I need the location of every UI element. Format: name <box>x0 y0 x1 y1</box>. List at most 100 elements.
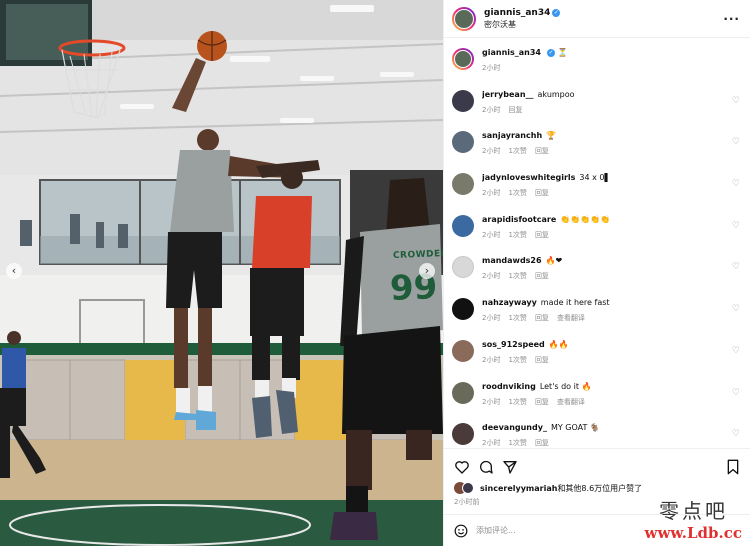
basketball-practice-image <box>0 0 443 546</box>
post-location[interactable]: 密尔沃基 <box>484 19 723 30</box>
comment-likes-link[interactable]: 1次赞 <box>508 147 526 155</box>
comment-body: roodnviking Let's do it 🔥 2小时 1次赞 回复 查看翻译 <box>482 382 742 407</box>
comment-like-heart-icon[interactable]: ♡ <box>732 96 740 106</box>
comment-likes-link[interactable]: 1次赞 <box>508 356 526 364</box>
comment-translate-link[interactable]: 查看翻译 <box>557 398 585 406</box>
comment-body: deevangundy_ MY GOAT 🐐 2小时 1次赞 回复 <box>482 423 742 448</box>
carousel-prev-button[interactable]: ‹ <box>6 263 22 279</box>
commenter-avatar[interactable] <box>452 298 474 321</box>
comment-item: sos_912speed 🔥🔥 2小时 1次赞 回复 ♡ <box>452 330 742 372</box>
comment-reply-button[interactable]: 回复 <box>535 231 549 239</box>
caption-avatar[interactable] <box>452 48 474 70</box>
comment-line: jerrybean__ akumpoo <box>482 90 724 99</box>
comment-like-heart-icon[interactable]: ♡ <box>732 221 740 231</box>
comment-username[interactable]: sos_912speed <box>482 340 545 349</box>
comment-line: deevangundy_ MY GOAT 🐐 <box>482 423 724 432</box>
post-time-ago[interactable]: 2小时前 <box>454 497 479 507</box>
commenter-avatar[interactable] <box>452 173 474 196</box>
comment-username[interactable]: deevangundy_ <box>482 423 547 432</box>
comment-reply-button[interactable]: 回复 <box>535 189 549 197</box>
comment-username[interactable]: roodnviking <box>482 382 536 391</box>
comment-text: MY GOAT 🐐 <box>550 423 600 433</box>
comment-item: mandawds26 🔥❤ 2小时 1次赞 回复 ♡ <box>452 246 742 288</box>
commenter-avatar[interactable] <box>452 214 474 237</box>
liked-by-rest[interactable]: 和其他8.6万位用户赞了 <box>557 484 642 493</box>
comment-text: 🔥🔥 <box>548 339 569 349</box>
comment-item: roodnviking Let's do it 🔥 2小时 1次赞 回复 查看翻译 ♡ <box>452 372 742 414</box>
comment-like-heart-icon[interactable]: ♡ <box>732 346 740 356</box>
share-icon[interactable] <box>502 459 518 475</box>
comment-meta: 2小时 回复 <box>482 105 724 115</box>
more-options-icon[interactable]: ··· <box>723 12 740 26</box>
carousel-next-button[interactable]: › <box>419 263 435 279</box>
emoji-smile-icon[interactable] <box>454 524 468 538</box>
comment-item: deevangundy_ MY GOAT 🐐 2小时 1次赞 回复 ♡ <box>452 413 742 448</box>
commenter-avatar[interactable] <box>452 423 474 446</box>
comment-text: 🔥❤ <box>545 256 563 266</box>
comment-meta: 2小时 1次赞 回复 查看翻译 <box>482 313 724 323</box>
comment-time: 2小时 <box>482 105 501 114</box>
comment-text: 🏆 <box>546 131 557 141</box>
add-comment-bar: 添加评论... <box>444 514 750 546</box>
comments-list[interactable]: giannis_an34 ✓ ⏳ 2小时 jerrybean__ akumpoo 2小… <box>444 38 750 448</box>
comment-like-heart-icon[interactable]: ♡ <box>732 137 740 147</box>
liker-avatar <box>462 482 474 494</box>
comment-username[interactable]: sanjayranchh <box>482 131 542 140</box>
comment-reply-button[interactable]: 回复 <box>535 398 549 406</box>
comment-reply-button[interactable]: 回复 <box>508 106 522 114</box>
verified-badge-icon: ✓ <box>547 49 555 57</box>
comment-like-heart-icon[interactable]: ♡ <box>732 262 740 272</box>
post-photo[interactable]: CROWDER 99 ‹ › <box>0 0 443 546</box>
comment-line: sos_912speed 🔥🔥 <box>482 340 724 349</box>
liked-by-row[interactable]: sincerelyymariah和其他8.6万位用户赞了 <box>454 482 742 494</box>
comment-like-heart-icon[interactable]: ♡ <box>732 388 740 398</box>
heart-icon[interactable] <box>454 459 470 475</box>
commenter-avatar[interactable] <box>452 131 474 154</box>
comment-line: jadynloveswhitegirls 34 x 0▌ <box>482 173 724 182</box>
comment-time: 2小时 <box>482 439 501 448</box>
liker-username[interactable]: sincerelyymariah <box>480 484 557 493</box>
author-avatar[interactable] <box>452 6 476 31</box>
comment-meta: 2小时 1次赞 回复 <box>482 271 724 281</box>
comment-likes-link[interactable]: 1次赞 <box>508 189 526 197</box>
commenter-avatar[interactable] <box>452 89 474 112</box>
comment-item: sanjayranchh 🏆 2小时 1次赞 回复 ♡ <box>452 121 742 163</box>
commenter-avatar[interactable] <box>452 256 474 279</box>
bookmark-icon[interactable] <box>726 459 740 475</box>
comment-like-heart-icon[interactable]: ♡ <box>732 179 740 189</box>
comment-like-heart-icon[interactable]: ♡ <box>732 304 740 314</box>
comment-reply-button[interactable]: 回复 <box>535 147 549 155</box>
post-actions-bar <box>444 448 750 484</box>
comment-icon[interactable] <box>478 459 494 475</box>
comment-username[interactable]: arapidisfootcare <box>482 215 556 224</box>
comment-username[interactable]: jadynloveswhitegirls <box>482 173 575 182</box>
commenter-avatar[interactable] <box>452 381 474 404</box>
post-side-panel: giannis_an34 ✓ 密尔沃基 ··· giannis_an34 ✓ ⏳ 2… <box>443 0 750 546</box>
comment-username[interactable]: mandawds26 <box>482 256 542 265</box>
comment-likes-link[interactable]: 1次赞 <box>508 398 526 406</box>
comment-reply-button[interactable]: 回复 <box>535 356 549 364</box>
comment-body: sos_912speed 🔥🔥 2小时 1次赞 回复 <box>482 340 742 365</box>
caption-username[interactable]: giannis_an34 <box>482 48 541 57</box>
author-username[interactable]: giannis_an34 <box>484 8 550 18</box>
comment-reply-button[interactable]: 回复 <box>535 272 549 280</box>
comment-body: jadynloveswhitegirls 34 x 0▌ 2小时 1次赞 回复 <box>482 173 742 198</box>
comment-likes-link[interactable]: 1次赞 <box>508 314 526 322</box>
chevron-right-icon: › <box>424 264 430 277</box>
comment-username[interactable]: jerrybean__ <box>482 90 534 99</box>
comment-reply-button[interactable]: 回复 <box>535 314 549 322</box>
comment-username[interactable]: nahzaywayy <box>482 298 537 307</box>
comment-reply-button[interactable]: 回复 <box>535 439 549 447</box>
add-comment-input[interactable]: 添加评论... <box>476 525 516 536</box>
comment-body: mandawds26 🔥❤ 2小时 1次赞 回复 <box>482 256 742 281</box>
comment-meta: 2小时 1次赞 回复 <box>482 146 724 156</box>
comment-text: 👏👏👏👏👏 <box>560 214 611 224</box>
comment-text: made it here fast <box>540 298 610 308</box>
comment-likes-link[interactable]: 1次赞 <box>508 272 526 280</box>
comment-translate-link[interactable]: 查看翻译 <box>557 314 585 322</box>
comment-likes-link[interactable]: 1次赞 <box>508 439 526 447</box>
commenter-avatar[interactable] <box>452 339 474 362</box>
comment-like-heart-icon[interactable]: ♡ <box>732 429 740 439</box>
caption-line: giannis_an34 ✓ ⏳ <box>482 48 724 57</box>
comment-likes-link[interactable]: 1次赞 <box>508 231 526 239</box>
